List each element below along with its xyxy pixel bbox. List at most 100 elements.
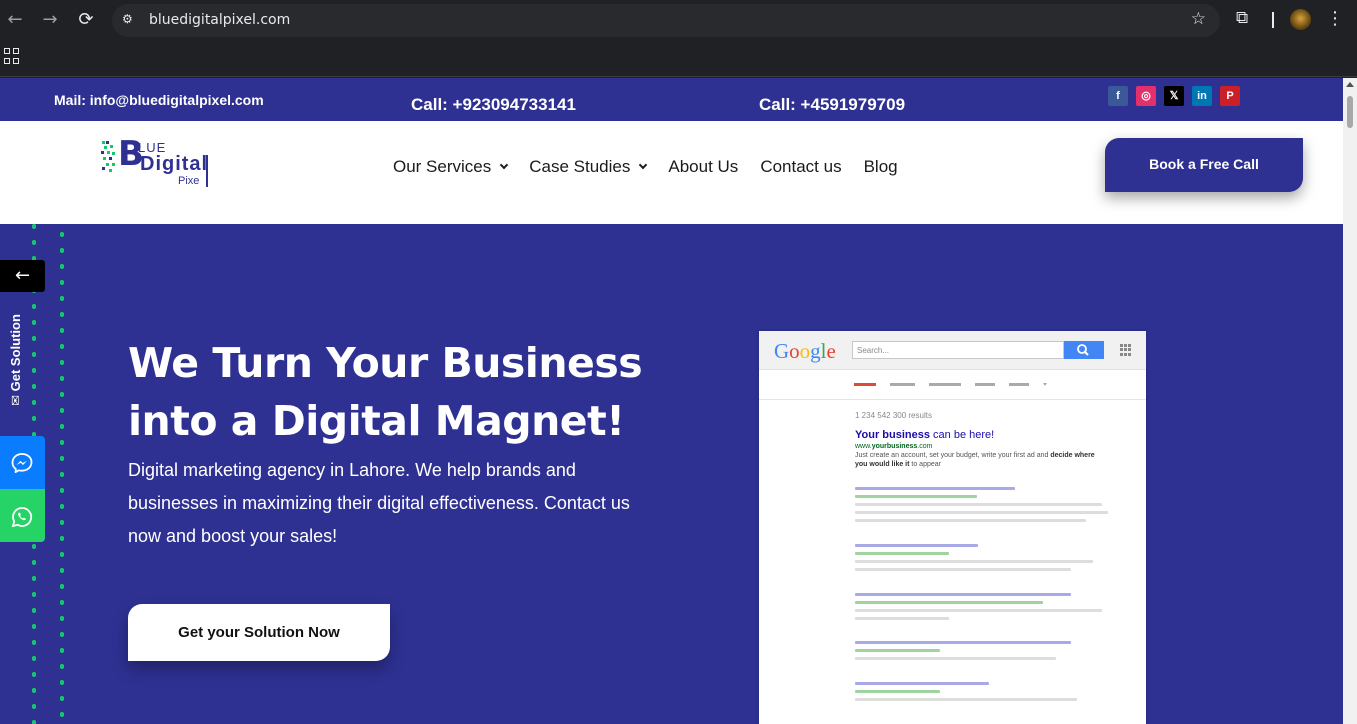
- url-text[interactable]: bluedigitalpixel.com: [149, 12, 290, 28]
- page-scrollbar[interactable]: [1343, 78, 1357, 724]
- decorative-dot: [60, 280, 64, 285]
- decorative-dot: [60, 440, 64, 445]
- mockup-result-line: [855, 682, 989, 685]
- instagram-icon[interactable]: ◎: [1136, 86, 1156, 106]
- mockup-result-line: [855, 593, 1071, 596]
- linkedin-icon[interactable]: in: [1192, 86, 1212, 106]
- mockup-result-line: [855, 560, 1093, 563]
- mockup-ad-title-bold: Your business: [855, 429, 930, 441]
- decorative-dot: [60, 488, 64, 493]
- decorative-dot: [60, 712, 64, 717]
- reload-icon[interactable]: ⟳: [74, 8, 98, 32]
- site-header: B LUE Digital Pixe Our Services Case Stud…: [0, 121, 1343, 224]
- decorative-dot: [32, 560, 36, 565]
- get-solution-label: Get Solution: [8, 314, 23, 392]
- mockup-more-caret: [1043, 383, 1047, 386]
- mockup-search-button: [1064, 341, 1104, 359]
- extensions-icon[interactable]: ⧉: [1236, 8, 1248, 28]
- decorative-dot: [32, 688, 36, 693]
- nav-item-label: Blog: [863, 157, 898, 176]
- decorative-dot: [60, 408, 64, 413]
- nav-item-label: Contact us: [760, 157, 842, 176]
- nav-item-contact-us[interactable]: Contact us: [760, 157, 841, 177]
- nav-item-case-studies[interactable]: Case Studies: [529, 157, 648, 177]
- nav-item-our-services[interactable]: Our Services: [393, 157, 509, 177]
- decorative-dot: [60, 296, 64, 301]
- decorative-dot: [32, 624, 36, 629]
- mockup-result-line: [855, 690, 940, 693]
- scroll-thumb[interactable]: [1347, 96, 1353, 128]
- contact-email[interactable]: Mail: info@bluedigitalpixel.com: [54, 92, 264, 108]
- decorative-dot: [60, 392, 64, 397]
- decorative-dot: [32, 240, 36, 245]
- site-settings-icon[interactable]: ⚙: [122, 12, 138, 28]
- browser-toolbar: ← → ⟳ ⚙ bluedigitalpixel.com ☆ ⧉ ⋮: [0, 0, 1357, 40]
- mockup-result-line: [855, 698, 1077, 701]
- social-links: f ◎ 𝕏in P: [1108, 86, 1240, 106]
- get-solution-now-button[interactable]: Get your Solution Now: [128, 604, 390, 661]
- nav-item-about-us[interactable]: About Us: [668, 157, 738, 177]
- hero-subtext: Digital marketing agency in Lahore. We h…: [128, 460, 630, 546]
- contact-phone-dk[interactable]: Call: +4591979709: [759, 95, 905, 115]
- book-free-call-button[interactable]: Book a Free Call: [1105, 138, 1303, 192]
- address-bar[interactable]: ⚙ bluedigitalpixel.com ☆: [112, 4, 1220, 37]
- messenger-button[interactable]: [0, 436, 45, 489]
- decorative-dot: [32, 224, 36, 229]
- mockup-ad-url-prefix: www.: [855, 443, 872, 450]
- site-logo[interactable]: B LUE Digital Pixe: [100, 137, 215, 191]
- mockup-result-line: [855, 503, 1102, 506]
- decorative-dot: [60, 504, 64, 509]
- forward-icon[interactable]: →: [38, 8, 62, 32]
- hero-headline: We Turn Your Business into a Digital Mag…: [128, 334, 688, 450]
- facebook-icon[interactable]: f: [1108, 86, 1128, 106]
- bookmarks-bar: [0, 40, 1357, 77]
- chevron-down-icon: [500, 160, 509, 170]
- decorative-dot: [32, 320, 36, 325]
- google-search-mockup: Google Search... 1 234 542 300 results Y…: [759, 331, 1146, 724]
- decorative-dot: [60, 536, 64, 541]
- decorative-dot: [60, 344, 64, 349]
- whatsapp-button[interactable]: [0, 489, 45, 542]
- x-icon[interactable]: 𝕏: [1164, 86, 1184, 106]
- pinterest-icon[interactable]: P: [1220, 86, 1240, 106]
- decorative-dot: [32, 304, 36, 309]
- get-solution-tab[interactable]: ✉ Get Solution: [0, 300, 32, 434]
- decorative-dot: [60, 264, 64, 269]
- contact-phone-pk[interactable]: Call: +923094733141: [411, 95, 576, 115]
- hero-headline-line-2: into a Digital Magnet!: [128, 397, 625, 445]
- decorative-dot: [60, 616, 64, 621]
- apps-grid-icon: [1120, 344, 1132, 356]
- toolbar-divider: [1272, 12, 1274, 28]
- sidebar-toggle-arrow[interactable]: ←: [0, 260, 45, 292]
- decorative-dot: [60, 632, 64, 637]
- decorative-dot: [32, 704, 36, 709]
- logo-pixels-icon: [101, 141, 115, 172]
- mockup-result-line: [855, 511, 1108, 514]
- apps-grid-icon[interactable]: [4, 48, 20, 64]
- profile-avatar[interactable]: [1290, 9, 1311, 30]
- decorative-dot: [32, 640, 36, 645]
- browser-menu-icon[interactable]: ⋮: [1326, 8, 1344, 29]
- mockup-result-line: [855, 657, 1056, 660]
- google-logo: Google: [774, 339, 836, 363]
- mockup-result-line: [855, 495, 977, 498]
- decorative-dot: [60, 664, 64, 669]
- bookmark-star-icon[interactable]: ☆: [1191, 9, 1206, 29]
- decorative-dot: [60, 648, 64, 653]
- main-nav: Our Services Case Studies About Us Contact …: [393, 157, 898, 177]
- mockup-tabs: [854, 383, 1047, 386]
- back-icon[interactable]: ←: [3, 8, 27, 32]
- contact-bar: Mail: info@bluedigitalpixel.com Call: +9…: [0, 78, 1343, 121]
- decorative-dot: [60, 680, 64, 685]
- messenger-icon: [11, 453, 33, 473]
- mockup-ad-title: Your business can be here!: [855, 429, 994, 441]
- mockup-result-line: [855, 568, 1071, 571]
- decorative-dot: [60, 360, 64, 365]
- scroll-up-arrow[interactable]: [1346, 82, 1354, 87]
- decorative-dot: [60, 312, 64, 317]
- decorative-dot: [60, 600, 64, 605]
- nav-item-blog[interactable]: Blog: [864, 157, 898, 177]
- decorative-dot: [60, 328, 64, 333]
- decorative-dot: [60, 696, 64, 701]
- decorative-dot: [60, 376, 64, 381]
